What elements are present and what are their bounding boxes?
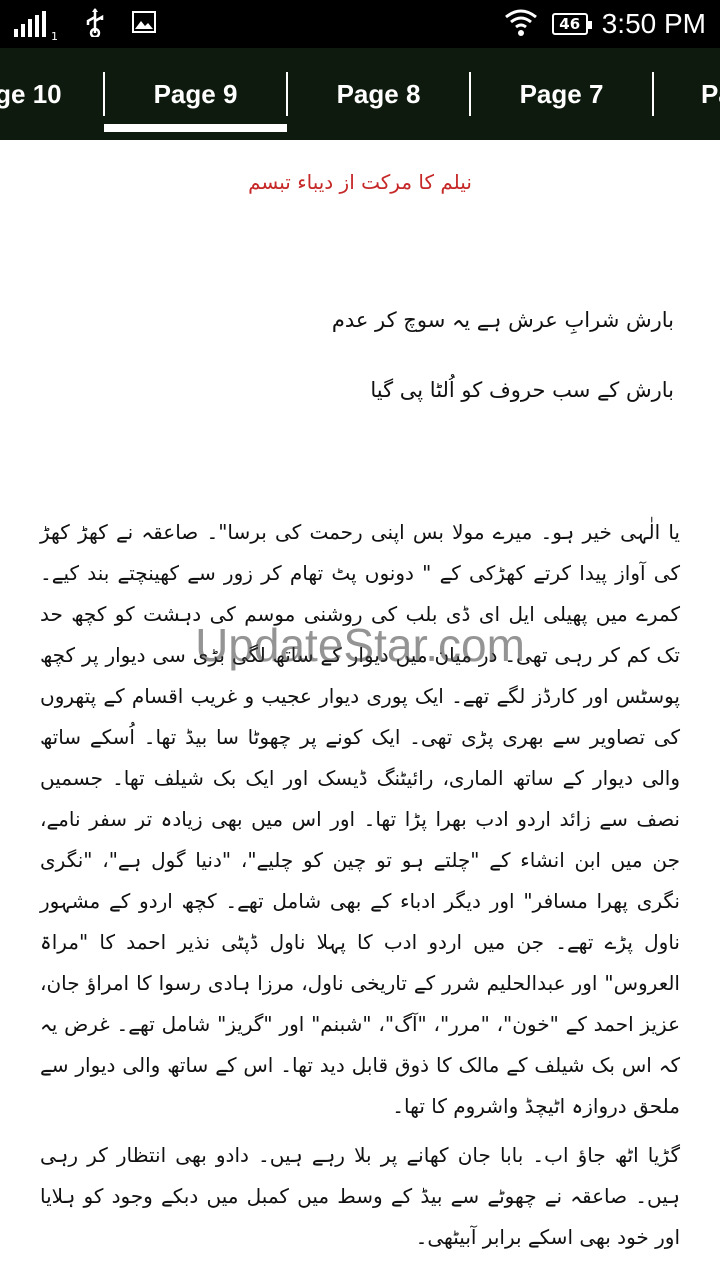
story-body: یا الٰہی خیر ہو۔ میرے مولا بس اپنی رحمت … [40,512,680,1266]
clock: 3:50 PM [601,8,706,39]
tab-page-10[interactable]: Page 10 [0,48,104,140]
status-right: 46 3:50 PM [504,0,706,48]
story-title: نیلم کا مرکت از دیباء تبسم [248,170,472,194]
tab-label: Page 9 [153,78,238,109]
status-bar: 1 46 3:50 PM [0,0,720,48]
active-tab-indicator [104,124,287,132]
tab-page-8[interactable]: Page 8 [287,48,470,140]
status-left: 1 [14,7,156,43]
reader-page[interactable]: نیلم کا مرکت از دیباء تبسم بارش شرابِ عر… [0,140,720,1280]
signal-sub-label: 1 [51,30,58,43]
tab-label: Page 8 [336,78,421,109]
cell-signal-icon: 1 [14,11,58,43]
tab-page-7[interactable]: Page 7 [470,48,653,140]
couplet-line-2: بارش کے سب حروف کو اُلٹا پی گیا [370,378,674,402]
page-tab-strip[interactable]: Page 10 Page 9 Page 8 Page 7 Page 6 [0,48,720,140]
battery-icon: 46 [551,13,592,35]
couplet-line-1: بارش شرابِ عرش ہے یہ سوچ کر عدم [331,308,674,332]
tab-page-6[interactable]: Page 6 [653,48,720,140]
tab-label: Page 6 [701,78,720,109]
gallery-icon [132,11,156,37]
paragraph: گڑیا اٹھ جاؤ اب۔ بابا جان کھانے پر بلا ر… [40,1143,680,1249]
tab-label: Page 7 [519,78,604,109]
usb-icon [84,7,106,41]
tab-label: Page 10 [0,78,62,109]
paragraph: یا الٰہی خیر ہو۔ میرے مولا بس اپنی رحمت … [40,520,680,1118]
wifi-icon [504,7,538,41]
